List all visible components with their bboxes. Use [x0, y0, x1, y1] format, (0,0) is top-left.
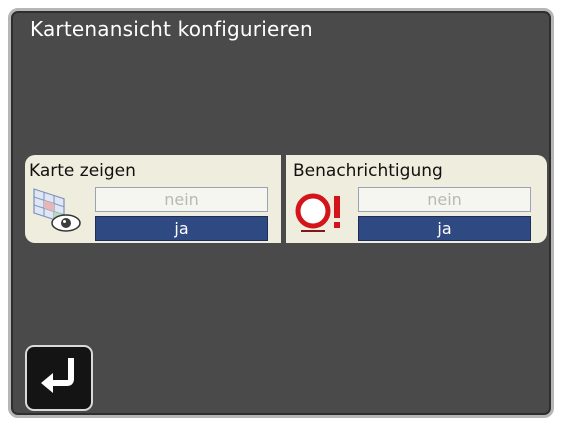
notification-option-nein[interactable]: nein — [358, 187, 531, 212]
page-title: Kartenansicht konfigurieren — [30, 17, 313, 41]
map-display-option-nein[interactable]: nein — [95, 187, 268, 212]
map-eye-icon — [30, 185, 86, 237]
map-display-label: Karte zeigen — [29, 161, 136, 181]
warning-sign-icon — [291, 185, 347, 237]
back-button[interactable] — [25, 345, 93, 411]
notification-label: Benachrichtigung — [293, 161, 443, 181]
return-arrow-icon — [41, 358, 74, 393]
notification-options: nein ja — [358, 187, 531, 242]
map-display-setting: Karte zeigen nein ja — [25, 155, 281, 243]
notification-option-ja[interactable]: ja — [358, 216, 531, 241]
notification-setting: Benachrichtigung nein ja — [286, 155, 547, 243]
map-display-option-ja[interactable]: ja — [95, 216, 268, 241]
map-display-options: nein ja — [95, 187, 268, 242]
